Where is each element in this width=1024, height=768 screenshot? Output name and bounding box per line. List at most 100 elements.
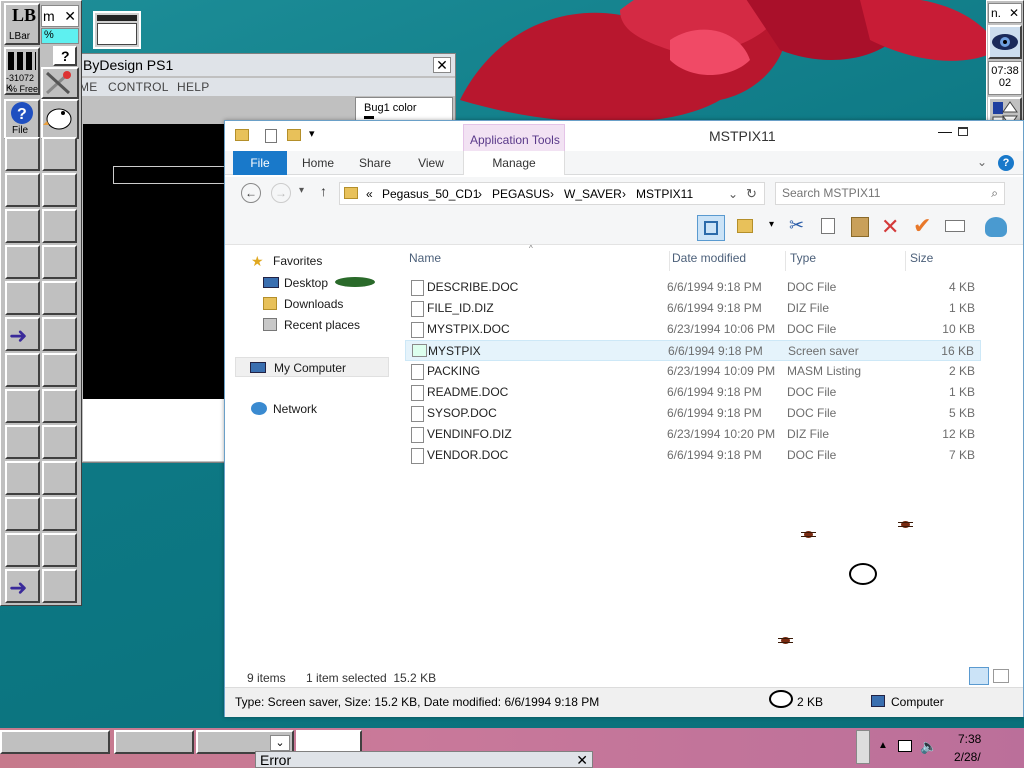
lbar-question-button[interactable]: ? [53,46,77,66]
search-input[interactable] [782,186,972,200]
lbar-slot-button[interactable] [5,137,40,171]
error-close-button[interactable]: ✕ [576,752,588,768]
up-button[interactable]: ↑ [320,183,327,199]
nav-desktop[interactable]: Desktop [263,273,403,293]
back-button[interactable]: ← [241,183,261,203]
lbar-logo-button[interactable]: LB LBar [4,3,40,45]
maximize-button[interactable] [958,127,968,136]
lbar-slot-button[interactable] [5,353,40,387]
search-box[interactable]: ⌕ [775,182,1005,205]
file-row[interactable]: MYSTPIX 6/6/1994 9:18 PM Screen saver 16 KB [405,340,981,361]
lbar-slot-button[interactable] [42,317,77,351]
lbar-slot-button[interactable]: ➜ [5,317,40,351]
lbar-slot-button[interactable] [42,281,77,315]
clock-time[interactable]: 7:38 [958,732,981,746]
lbar-tools-button[interactable] [41,67,79,99]
bydesign-titlebar[interactable]: ByDesign PS1 ✕ [79,54,455,76]
lbar-slot-button[interactable]: ➜ [5,569,40,603]
lbar-slot-button[interactable] [5,245,40,279]
lbar-slot-button[interactable] [42,209,77,243]
tray-expand-icon[interactable]: ▲ [878,740,888,751]
file-row[interactable]: MYSTPIX.DOC 6/23/1994 10:06 PM DOC File 10 … [405,319,981,340]
large-icons-view-button[interactable] [993,669,1009,683]
context-tab-application-tools[interactable]: Application Tools [463,124,565,151]
rename-icon[interactable] [945,220,965,232]
new-folder-icon[interactable] [287,129,301,141]
lbar-slot-button[interactable] [5,173,40,207]
breadcrumb-mstpix11[interactable]: MSTPIX11 [636,187,693,201]
details-view-button[interactable] [969,667,989,685]
menu-help[interactable]: HELP [177,80,210,94]
file-row[interactable]: PACKING 6/23/1994 10:09 PM MASM Listing 2 K… [405,361,981,382]
lbar-close-icon[interactable]: ✕ [64,8,76,25]
file-row[interactable]: DESCRIBE.DOC 6/6/1994 9:18 PM DOC File 4 KB [405,277,981,298]
column-date[interactable]: Date modified [669,251,746,271]
taskbar-button[interactable] [114,730,194,754]
address-overflow[interactable]: « [366,187,373,201]
folder-check-icon[interactable] [737,219,753,233]
nav-my-computer[interactable]: My Computer [235,357,389,377]
scroll-handle[interactable] [856,730,870,764]
taskbar-button[interactable] [0,730,110,754]
file-row[interactable]: README.DOC 6/6/1994 9:18 PM DOC File 1 KB [405,382,981,403]
forward-button[interactable]: → [271,183,291,203]
nav-recent-places[interactable]: Recent places [263,315,393,335]
paste-icon[interactable] [851,217,869,237]
tab-manage[interactable]: Manage [463,151,565,175]
copy-icon[interactable] [821,218,835,234]
rbar-eye-button[interactable] [988,25,1022,59]
lbar-slot-button[interactable] [42,461,77,495]
delete-icon[interactable]: ✕ [881,214,899,240]
column-size[interactable]: Size [905,251,933,271]
lbar-slot-button[interactable] [42,533,77,567]
chevron-down-icon[interactable]: ⌄ [728,187,738,201]
bydesign-close-button[interactable]: ✕ [433,57,451,73]
file-row[interactable]: VENDOR.DOC 6/6/1994 9:18 PM DOC File 7 KB [405,445,981,466]
explorer-window[interactable]: ▾ MSTPIX11 — Application Tools File Home… [224,120,1024,768]
bydesign-input[interactable] [113,166,229,184]
taskbar-collapse-button[interactable]: ⌄ [270,735,290,751]
properties-icon[interactable] [265,129,277,143]
tab-home[interactable]: Home [291,151,345,175]
customize-qat-icon[interactable]: ▾ [309,127,315,140]
lbar-slot-button[interactable] [42,353,77,387]
breadcrumb-w-saver[interactable]: W_SAVER [564,187,622,201]
tab-view[interactable]: View [405,151,457,175]
error-window[interactable]: Error ✕ [255,751,593,768]
clock-date[interactable]: 2/28/ [954,750,981,764]
recent-locations-icon[interactable]: ▾ [299,185,304,196]
column-name[interactable]: Name [409,251,441,265]
shell-icon[interactable] [985,217,1007,237]
lbar-slot-button[interactable] [42,569,77,603]
tab-file[interactable]: File [233,151,287,175]
lbar-slot-button[interactable] [42,425,77,459]
search-icon[interactable]: ⌕ [991,186,998,201]
file-row[interactable]: FILE_ID.DIZ 6/6/1994 9:18 PM DIZ File 1 KB [405,298,981,319]
rbar-close-icon[interactable]: ✕ [1009,6,1019,20]
address-bar[interactable]: « Pegasus_50_CD1 › PEGASUS › W_SAVER › M… [339,182,765,205]
lbar-slot-button[interactable] [5,281,40,315]
checkmark-icon[interactable]: ✔ [913,213,931,239]
lbar-slot-button[interactable] [42,497,77,531]
lbar-slot-button[interactable] [5,425,40,459]
volume-icon[interactable]: 🔈 [920,738,937,755]
lbar-file-button[interactable]: ? File [4,99,40,139]
view-pane-icon[interactable] [697,215,725,241]
lbar-slot-button[interactable] [5,209,40,243]
lbar-slot-button[interactable] [42,245,77,279]
cut-icon[interactable]: ✂ [789,215,804,236]
file-row[interactable]: SYSOP.DOC 6/6/1994 9:18 PM DOC File 5 KB [405,403,981,424]
minimize-button[interactable]: — [935,123,955,143]
lbar-slot-button[interactable] [5,533,40,567]
breadcrumb-pegasus-cd[interactable]: Pegasus_50_CD1 [382,187,479,201]
refresh-icon[interactable]: ↻ [746,186,757,202]
lbar-slot-button[interactable] [5,497,40,531]
lbar-slot-button[interactable] [42,173,77,207]
explorer-titlebar[interactable]: ▾ MSTPIX11 — [225,121,1023,151]
lbar-slot-button[interactable] [5,461,40,495]
window-icon[interactable] [93,11,141,49]
lbar-slot-button[interactable] [5,389,40,423]
chevron-down-icon[interactable]: ▾ [769,219,774,230]
ribbon-expand-icon[interactable]: ⌄ [977,155,987,169]
network-tray-icon[interactable] [898,740,912,752]
